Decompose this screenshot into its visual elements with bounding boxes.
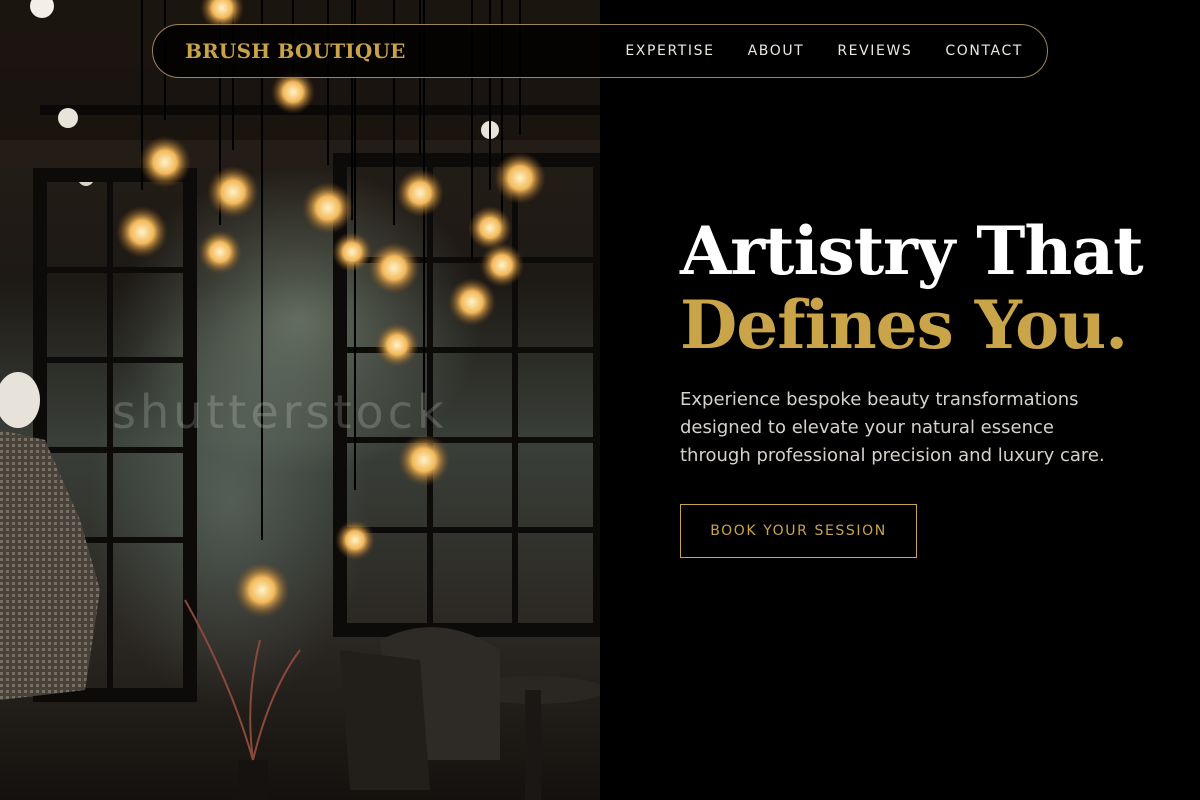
nav-links: EXPERTISE ABOUT REVIEWS CONTACT — [625, 43, 1023, 59]
nav-link-contact[interactable]: CONTACT — [945, 43, 1023, 59]
headline-line-1: Artistry That — [680, 212, 1144, 290]
hero-photo: shutterstock — [0, 0, 600, 800]
nav-link-about[interactable]: ABOUT — [748, 43, 805, 59]
watermark-text: shutterstock — [112, 385, 448, 439]
top-nav: BRUSH BOUTIQUE EXPERTISE ABOUT REVIEWS C… — [152, 24, 1048, 78]
hero-section: Artistry That Defines You. Experience be… — [680, 214, 1150, 558]
hero-headline: Artistry That Defines You. — [680, 214, 1150, 362]
nav-link-expertise[interactable]: EXPERTISE — [625, 43, 714, 59]
hero-lead-text: Experience bespoke beauty transformation… — [680, 389, 1105, 466]
headline-line-2: Defines You. — [680, 286, 1128, 364]
nav-link-reviews[interactable]: REVIEWS — [837, 43, 912, 59]
brand-logo[interactable]: BRUSH BOUTIQUE — [185, 39, 406, 63]
book-session-button[interactable]: BOOK YOUR SESSION — [680, 504, 917, 558]
